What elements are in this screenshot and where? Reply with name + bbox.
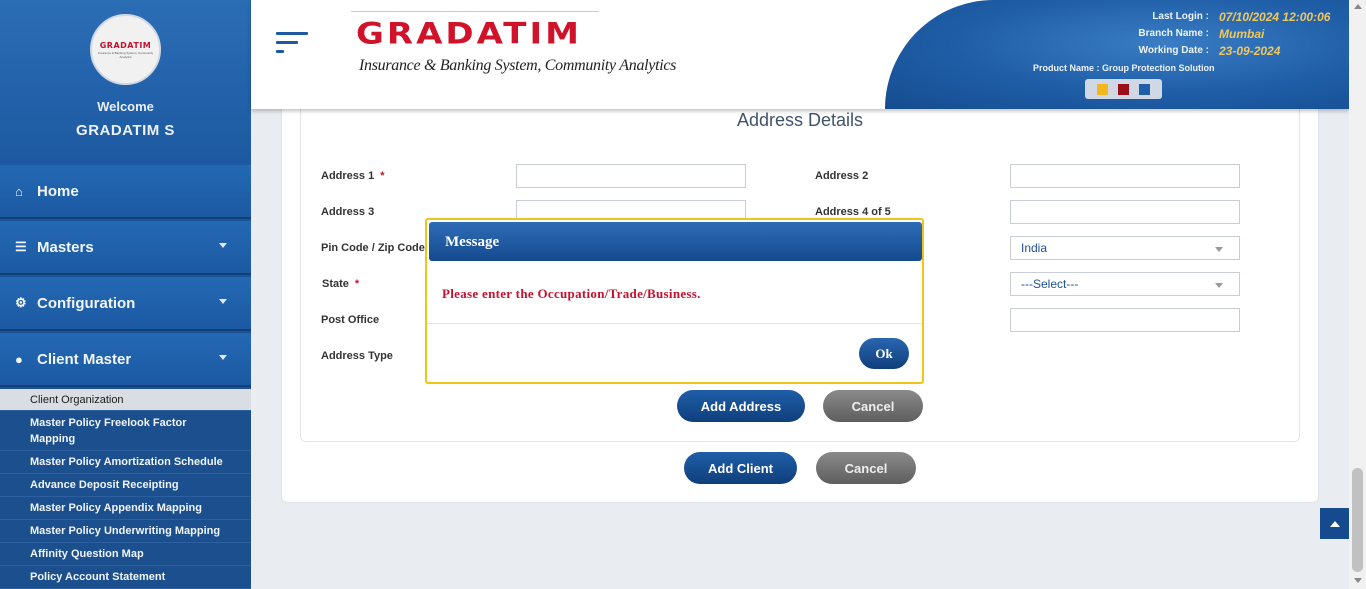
pincode-label: Pin Code / Zip Code bbox=[321, 242, 425, 254]
state-select[interactable]: ---Select--- bbox=[1010, 272, 1240, 296]
cancel-address-button[interactable]: Cancel bbox=[823, 390, 923, 422]
theme-yellow-swatch[interactable] bbox=[1097, 83, 1108, 95]
header: GRADATIM Insurance & Banking System, Com… bbox=[251, 0, 1349, 109]
working-date-value: 23-09-2024 bbox=[1219, 44, 1281, 58]
submenu-appendix-mapping[interactable]: Master Policy Appendix Mapping bbox=[0, 497, 251, 520]
menu-client-master[interactable]: ● Client Master bbox=[0, 333, 251, 387]
home-icon: ⌂ bbox=[15, 183, 23, 199]
menu-masters-label: Masters bbox=[37, 238, 94, 256]
logo-subtitle: Insurance & Banking System, Community An… bbox=[359, 57, 677, 74]
dialog-message: Please enter the Occupation/Trade/Busine… bbox=[442, 286, 701, 301]
menu-home[interactable]: ⌂ Home bbox=[0, 165, 251, 219]
ok-button[interactable]: Ok bbox=[859, 338, 909, 369]
theme-red-swatch[interactable] bbox=[1118, 83, 1129, 95]
scrollbar-thumb[interactable] bbox=[1352, 468, 1363, 572]
state-value: ---Select--- bbox=[1021, 277, 1079, 291]
avatar-logo-subtext: Insurance & Banking System, Community An… bbox=[97, 50, 154, 59]
chevron-down-icon bbox=[219, 243, 227, 248]
address3-label: Address 3 bbox=[321, 206, 375, 218]
dialog-divider bbox=[427, 323, 922, 324]
dialog-title: Message bbox=[429, 222, 922, 261]
chevron-down-icon bbox=[219, 299, 227, 304]
post-office-label: Post Office bbox=[321, 314, 380, 326]
post-office-input[interactable] bbox=[1010, 308, 1240, 332]
theme-switcher bbox=[1085, 79, 1162, 99]
state-label: State * bbox=[322, 278, 360, 290]
avatar: GRADATIM Insurance & Banking System, Com… bbox=[90, 14, 161, 85]
hamburger-menu-icon[interactable] bbox=[276, 32, 308, 59]
branch-label: Branch Name : bbox=[1138, 28, 1209, 39]
address1-label: Address 1 * bbox=[321, 170, 385, 182]
logo-title: GRADATIM bbox=[356, 17, 582, 51]
last-login-value: 07/10/2024 12:00:06 bbox=[1219, 10, 1331, 24]
add-client-button[interactable]: Add Client bbox=[684, 452, 797, 484]
theme-blue-swatch[interactable] bbox=[1139, 83, 1150, 95]
scrollbar[interactable] bbox=[1349, 0, 1366, 589]
submenu-underwriting-mapping[interactable]: Master Policy Underwriting Mapping bbox=[0, 520, 251, 543]
address4-label: Address 4 of 5 bbox=[815, 206, 891, 218]
scroll-down-arrow-icon[interactable] bbox=[1354, 578, 1362, 583]
sidebar: GRADATIM Insurance & Banking System, Com… bbox=[0, 0, 251, 589]
scroll-to-top-button[interactable] bbox=[1320, 508, 1349, 539]
profile-panel: GRADATIM Insurance & Banking System, Com… bbox=[0, 0, 251, 158]
logo-divider bbox=[351, 11, 599, 12]
product-name: Product Name : Group Protection Solution bbox=[1033, 63, 1215, 73]
message-dialog: Message Please enter the Occupation/Trad… bbox=[425, 218, 924, 384]
submenu-advance-deposit[interactable]: Advance Deposit Receipting bbox=[0, 474, 251, 497]
country-value: India bbox=[1021, 241, 1048, 255]
gears-icon: ⚙ bbox=[15, 295, 27, 310]
menu-home-label: Home bbox=[37, 182, 79, 200]
menu-masters[interactable]: ☰ Masters bbox=[0, 221, 251, 275]
menu-client-master-label: Client Master bbox=[37, 350, 132, 368]
add-address-button[interactable]: Add Address bbox=[677, 390, 805, 422]
section-title: Address Details bbox=[737, 110, 864, 130]
branch-value: Mumbai bbox=[1219, 27, 1265, 41]
submenu-affinity-question[interactable]: Affinity Question Map bbox=[0, 543, 251, 566]
submenu-client-organization[interactable]: Client Organization bbox=[0, 389, 251, 411]
user-icon: ● bbox=[15, 351, 23, 367]
address-type-label: Address Type bbox=[321, 350, 393, 362]
address2-label: Address 2 bbox=[815, 170, 869, 182]
chevron-up-icon bbox=[1329, 520, 1340, 527]
database-icon: ☰ bbox=[15, 239, 27, 254]
avatar-logo: GRADATIM bbox=[99, 40, 152, 50]
country-select[interactable]: India bbox=[1010, 236, 1240, 260]
user-name: GRADATIM S bbox=[76, 122, 175, 139]
menu-configuration[interactable]: ⚙ Configuration bbox=[0, 277, 251, 331]
chevron-down-icon bbox=[219, 355, 227, 360]
submenu-freelook-factor[interactable]: Master Policy Freelook Factor Mapping bbox=[0, 411, 251, 451]
menu-configuration-label: Configuration bbox=[37, 294, 136, 312]
address4-input[interactable] bbox=[1010, 200, 1240, 224]
cancel-client-button[interactable]: Cancel bbox=[816, 452, 916, 484]
chevron-down-icon bbox=[1215, 247, 1223, 252]
welcome-text: Welcome bbox=[97, 99, 154, 114]
scroll-up-arrow-icon[interactable] bbox=[1354, 4, 1362, 9]
working-date-label: Working Date : bbox=[1138, 45, 1209, 56]
submenu-amortization[interactable]: Master Policy Amortization Schedule bbox=[0, 451, 251, 474]
address2-input[interactable] bbox=[1010, 164, 1240, 188]
submenu-policy-account[interactable]: Policy Account Statement bbox=[0, 566, 251, 589]
chevron-down-icon bbox=[1215, 283, 1223, 288]
address1-input[interactable] bbox=[516, 164, 746, 188]
last-login-label: Last Login : bbox=[1152, 11, 1209, 22]
